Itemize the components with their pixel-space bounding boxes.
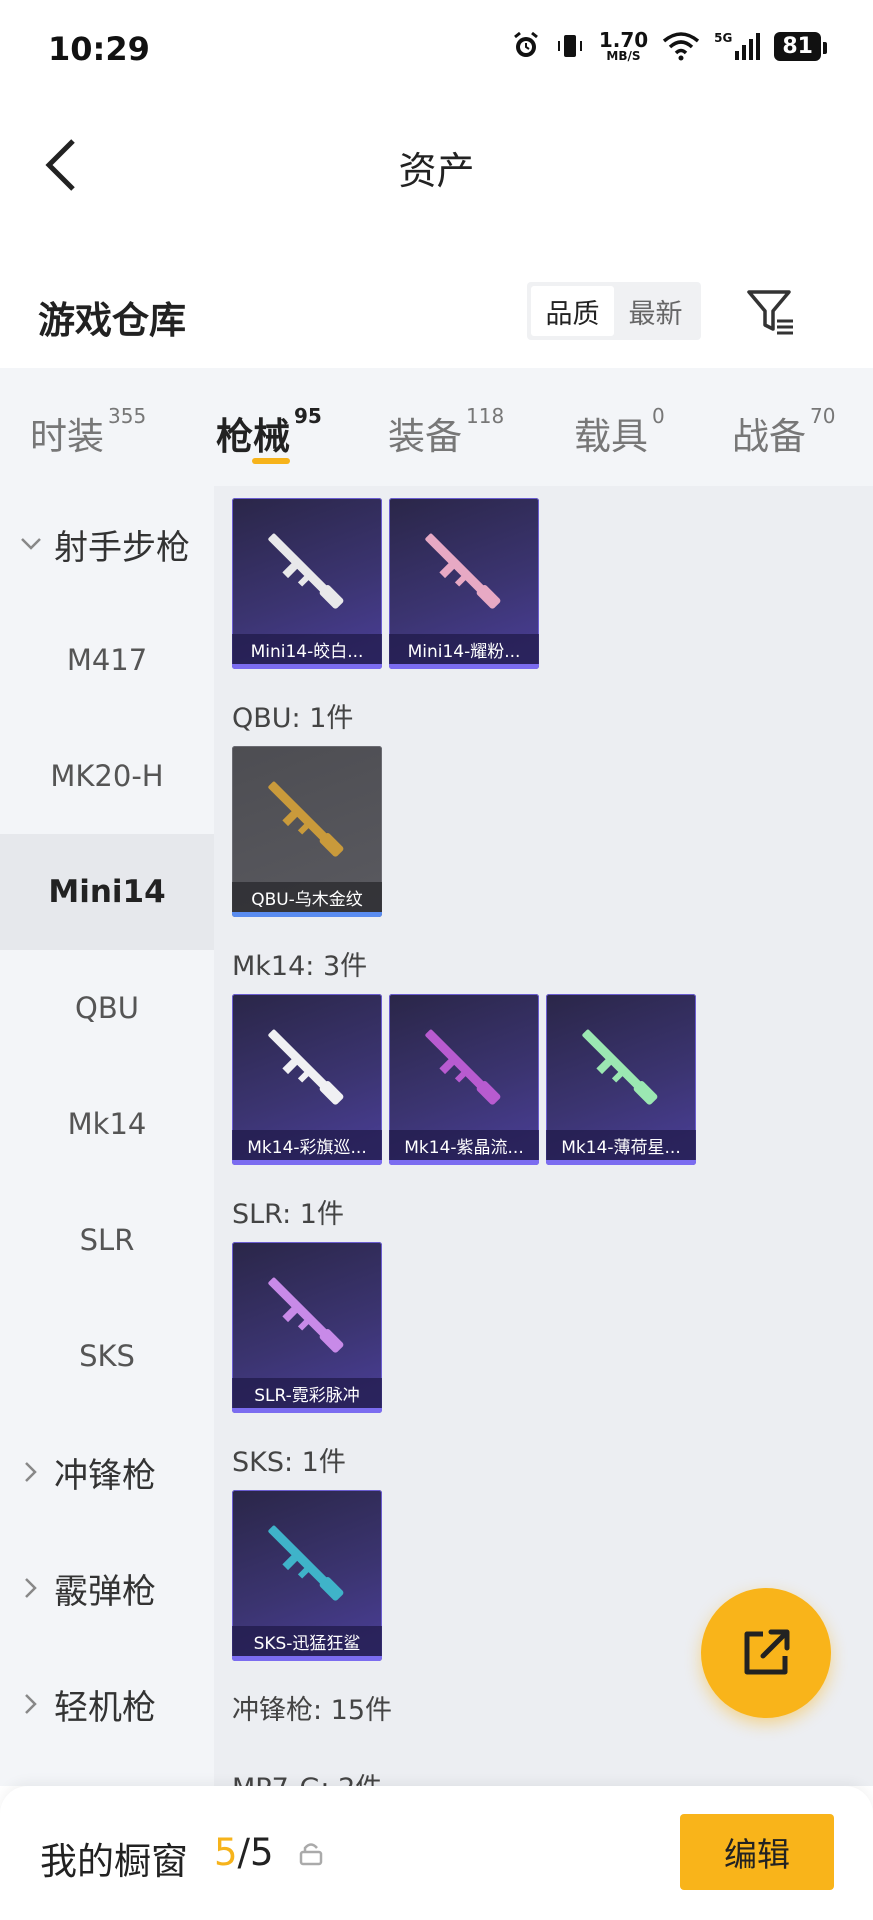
- battery-icon: 81: [774, 31, 827, 61]
- tab-fashion[interactable]: 时装 355: [30, 404, 146, 460]
- filter-button[interactable]: [742, 284, 800, 342]
- status-icons: 1.70 MB/S 5G 81: [511, 28, 827, 63]
- section-label: Mk14: 3件: [232, 951, 368, 982]
- item-card[interactable]: QBU-乌木金纹: [232, 746, 382, 917]
- sort-latest-button[interactable]: 最新: [614, 286, 697, 336]
- sidebar-group-label: 冲锋枪: [54, 1455, 156, 1496]
- sidebar-group-marksman-rifle[interactable]: 射手步枪: [0, 486, 214, 602]
- signal-icon: 5G: [714, 31, 761, 61]
- rarity-bar: [232, 912, 382, 917]
- sidebar-group-lmg[interactable]: 轻机枪: [0, 1646, 214, 1762]
- lock-icon[interactable]: [298, 1840, 324, 1866]
- alarm-icon: [511, 31, 541, 61]
- rifle-icon: [268, 1029, 344, 1105]
- showcase-count: 5/5: [214, 1831, 274, 1874]
- bottom-bar: 我的橱窗 5/5 编辑: [0, 1786, 873, 1920]
- rifle-icon: [268, 1277, 344, 1353]
- filter-icon: [747, 290, 793, 335]
- item-name: Mk14-彩旗巡...: [232, 1130, 382, 1160]
- category-tabs: 时装 355 枪械 95 装备 118 载具 0 战备 70: [0, 368, 873, 486]
- edit-button[interactable]: 编辑: [680, 1814, 834, 1890]
- showcase-label: 我的橱窗: [40, 1840, 188, 1883]
- section-label: 冲锋枪: 15件: [232, 1695, 393, 1726]
- rarity-bar: [232, 1656, 382, 1661]
- page-title: 资产: [398, 149, 475, 193]
- item-card[interactable]: Mini14-皎白...: [232, 498, 382, 669]
- item-name: Mini14-耀粉...: [389, 634, 539, 664]
- item-name: QBU-乌木金纹: [232, 882, 382, 912]
- tab-vehicles[interactable]: 载具 0: [574, 404, 665, 460]
- sidebar-item-m417[interactable]: M417: [0, 602, 214, 718]
- tab-equipment[interactable]: 装备 118: [388, 404, 504, 460]
- status-bar: 10:29 1.70 MB/S 5G 81: [0, 0, 873, 100]
- sidebar-item-slr[interactable]: SLR: [0, 1182, 214, 1298]
- rifle-icon: [425, 533, 501, 609]
- section-label: SLR: 1件: [232, 1199, 344, 1230]
- item-name: SKS-迅猛狂鲨: [232, 1626, 382, 1656]
- warehouse-header: 游戏仓库 品质 最新: [0, 230, 873, 368]
- rarity-bar: [232, 1160, 382, 1165]
- item-name: Mk14-薄荷星...: [546, 1130, 696, 1160]
- sidebar-item-mk20h[interactable]: MK20-H: [0, 718, 214, 834]
- sidebar-group-smg[interactable]: 冲锋枪: [0, 1414, 214, 1530]
- rifle-icon: [268, 781, 344, 857]
- rifle-icon: [268, 1525, 344, 1601]
- sort-toggle: 品质 最新: [527, 282, 701, 340]
- item-card[interactable]: Mk14-紫晶流...: [389, 994, 539, 1165]
- tab-weapons[interactable]: 枪械 95: [216, 404, 322, 460]
- item-card[interactable]: Mk14-薄荷星...: [546, 994, 696, 1165]
- sidebar-group-label: 射手步枪: [54, 527, 190, 568]
- chevron-down-icon: [18, 531, 44, 557]
- rifle-icon: [425, 1029, 501, 1105]
- wifi-icon: [662, 31, 700, 61]
- item-card[interactable]: Mini14-耀粉...: [389, 498, 539, 669]
- rarity-bar: [389, 1160, 539, 1165]
- chevron-right-icon: [18, 1459, 44, 1485]
- rarity-bar: [546, 1160, 696, 1165]
- vibrate-icon: [555, 31, 585, 61]
- rifle-icon: [268, 533, 344, 609]
- sidebar-item-mini14[interactable]: Mini14: [0, 834, 214, 950]
- sidebar-group-shotgun[interactable]: 霰弹枪: [0, 1530, 214, 1646]
- active-tab-indicator: [252, 458, 290, 464]
- sidebar-item-mk14[interactable]: Mk14: [0, 1066, 214, 1182]
- net-speed: 1.70 MB/S: [598, 28, 649, 63]
- item-name: SLR-霓彩脉冲: [232, 1378, 382, 1408]
- rarity-bar: [232, 1408, 382, 1413]
- sidebar-item-qbu[interactable]: QBU: [0, 950, 214, 1066]
- sidebar-item-sks[interactable]: SKS: [0, 1298, 214, 1414]
- tab-supplies[interactable]: 战备 70: [732, 404, 835, 460]
- status-time: 10:29: [48, 30, 150, 68]
- sidebar-group-label: 轻机枪: [54, 1687, 156, 1728]
- section-label: QBU: 1件: [232, 703, 354, 734]
- chevron-right-icon: [18, 1691, 44, 1717]
- item-name: Mini14-皎白...: [232, 634, 382, 664]
- top-nav: 资产: [0, 100, 873, 230]
- item-card[interactable]: SLR-霓彩脉冲: [232, 1242, 382, 1413]
- section-label: MP7-G: 2件: [232, 1766, 382, 1786]
- sort-quality-button[interactable]: 品质: [531, 286, 614, 336]
- chevron-right-icon: [18, 1575, 44, 1601]
- share-button[interactable]: [701, 1588, 831, 1718]
- rarity-bar: [389, 664, 539, 669]
- item-card[interactable]: SKS-迅猛狂鲨: [232, 1490, 382, 1661]
- item-card[interactable]: Mk14-彩旗巡...: [232, 994, 382, 1165]
- sidebar-group-label: 霰弹枪: [54, 1571, 156, 1612]
- sidebar: 射手步枪 M417 MK20-H Mini14 QBU Mk14 SLR SKS…: [0, 486, 214, 1786]
- rifle-icon: [582, 1029, 658, 1105]
- external-link-icon: [744, 1629, 790, 1675]
- section-label: SKS: 1件: [232, 1447, 346, 1478]
- item-name: Mk14-紫晶流...: [389, 1130, 539, 1160]
- rarity-bar: [232, 664, 382, 669]
- warehouse-title: 游戏仓库: [38, 299, 186, 342]
